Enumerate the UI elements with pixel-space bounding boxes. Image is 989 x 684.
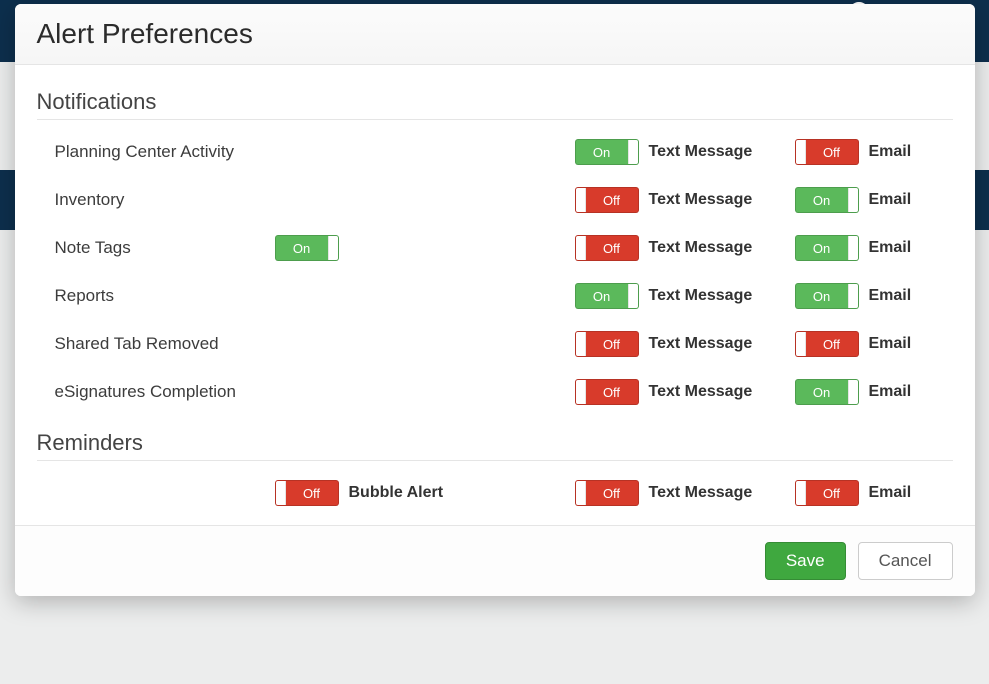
toggle-esignatures-completion-text[interactable]: Off <box>575 379 639 405</box>
toggle-planning-center-activity-text[interactable]: On <box>575 139 639 165</box>
text-channel-label: Text Message <box>649 239 753 257</box>
email-channel-label: Email <box>869 484 912 502</box>
text-channel-label: Text Message <box>649 484 753 502</box>
email-channel-label: Email <box>869 143 912 161</box>
divider <box>37 460 953 461</box>
email-channel-label: Email <box>869 287 912 305</box>
toggle-reports-text[interactable]: On <box>575 283 639 309</box>
notification-label: Reports <box>55 286 275 306</box>
email-channel-label: Email <box>869 383 912 401</box>
notification-row-reports: Reports On Text Message On Email <box>37 272 953 320</box>
text-channel-label: Text Message <box>649 143 753 161</box>
notification-label: Shared Tab Removed <box>55 334 275 354</box>
modal-footer: Save Cancel <box>15 525 975 596</box>
toggle-inventory-email[interactable]: On <box>795 187 859 213</box>
alert-preferences-modal: Alert Preferences Notifications Planning… <box>15 4 975 596</box>
notification-row-inventory: Inventory Off Text Message On Email <box>37 176 953 224</box>
toggle-inventory-text[interactable]: Off <box>575 187 639 213</box>
notifications-section: Notifications Planning Center Activity On… <box>37 89 953 416</box>
email-channel-label: Email <box>869 191 912 209</box>
notification-row-shared-tab-removed: Shared Tab Removed Off Text Message Off Emai… <box>37 320 953 368</box>
modal-header: Alert Preferences <box>15 4 975 65</box>
text-channel-label: Text Message <box>649 191 753 209</box>
modal-title: Alert Preferences <box>37 18 953 50</box>
cancel-button[interactable]: Cancel <box>858 542 953 580</box>
notification-row-planning-center-activity: Planning Center Activity On Text Message Of… <box>37 128 953 176</box>
reminders-section: Reminders Off Bubble Alert Off Text Message… <box>37 430 953 517</box>
toggle-note-tags-master[interactable]: On <box>275 235 339 261</box>
reminder-row-reminders-default: Off Bubble Alert Off Text Message Off Email <box>37 469 953 517</box>
text-channel-label: Text Message <box>649 335 753 353</box>
divider <box>37 119 953 120</box>
notification-label: Planning Center Activity <box>55 142 275 162</box>
toggle-reminders-default-text[interactable]: Off <box>575 480 639 506</box>
toggle-note-tags-text[interactable]: Off <box>575 235 639 261</box>
toggle-reminders-default-email[interactable]: Off <box>795 480 859 506</box>
notification-label: eSignatures Completion <box>55 382 275 402</box>
notifications-heading: Notifications <box>37 89 953 115</box>
reminders-heading: Reminders <box>37 430 953 456</box>
email-channel-label: Email <box>869 335 912 353</box>
notification-label: Inventory <box>55 190 275 210</box>
notification-label: Note Tags <box>55 238 275 258</box>
toggle-shared-tab-removed-email[interactable]: Off <box>795 331 859 357</box>
notification-row-esignatures-completion: eSignatures Completion Off Text Message On E… <box>37 368 953 416</box>
text-channel-label: Text Message <box>649 287 753 305</box>
save-button[interactable]: Save <box>765 542 846 580</box>
bubble-channel-label: Bubble Alert <box>349 484 444 502</box>
text-channel-label: Text Message <box>649 383 753 401</box>
toggle-planning-center-activity-email[interactable]: Off <box>795 139 859 165</box>
toggle-note-tags-email[interactable]: On <box>795 235 859 261</box>
toggle-shared-tab-removed-text[interactable]: Off <box>575 331 639 357</box>
notification-row-note-tags: Note TagsOnOffText MessageOnEmail <box>37 224 953 272</box>
toggle-reports-email[interactable]: On <box>795 283 859 309</box>
toggle-reminders-default-bubble[interactable]: Off <box>275 480 339 506</box>
toggle-esignatures-completion-email[interactable]: On <box>795 379 859 405</box>
email-channel-label: Email <box>869 239 912 257</box>
